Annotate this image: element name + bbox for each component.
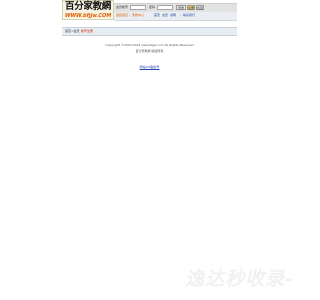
nav-separator: | <box>129 13 131 17</box>
nav-contact-link[interactable]: 联系我们 <box>183 13 195 18</box>
nav-item-1[interactable]: 会员 <box>162 13 168 18</box>
login-button[interactable]: 登录 <box>176 5 186 10</box>
username-input[interactable] <box>130 5 146 10</box>
nav-item-2[interactable]: 说明 <box>170 13 176 18</box>
nav-home-link[interactable]: 返回首页 <box>116 13 128 18</box>
password-input[interactable] <box>157 5 173 10</box>
footer-copyright: Copyright ©2003-2024 www.bfjjw.com All R… <box>105 43 194 47</box>
nav-separator-2: | <box>180 13 182 17</box>
footer-link-row: 网站ICP备案号 <box>62 65 237 69</box>
nav-bar: 返回首页 | 家教中心 首页 会员 说明 | 联系我们 <box>114 12 237 21</box>
breadcrumb: 首页>会员 帐号注册 <box>62 27 237 36</box>
username-label: 会员帐号 <box>116 5 129 9</box>
watermark-text: 逸达秒收录- <box>185 268 294 290</box>
breadcrumb-home[interactable]: 首页>会员 <box>65 29 80 33</box>
retrieve-button[interactable]: 找回 <box>196 5 204 10</box>
site-logo[interactable]: 百分家教網 WWW.bfjjw.COM <box>62 0 114 20</box>
nav-teacher-center-link[interactable]: 家教中心 <box>132 13 144 18</box>
footer-icp-link[interactable]: 网站ICP备案号 <box>140 65 160 69</box>
login-bar: 会员帐号 密码 登录 注册 找回 <box>114 3 237 12</box>
breadcrumb-current: 帐号注册 <box>81 29 94 33</box>
logo-url: WWW.bfjjw.COM <box>65 13 112 19</box>
logo-text: 百分家教網 <box>65 1 112 12</box>
password-label: 密码 <box>149 5 156 9</box>
nav-item-0[interactable]: 首页 <box>154 13 160 18</box>
footer-org: 百分家教網 版权所有 <box>135 49 164 53</box>
register-button[interactable]: 注册 <box>187 5 195 10</box>
